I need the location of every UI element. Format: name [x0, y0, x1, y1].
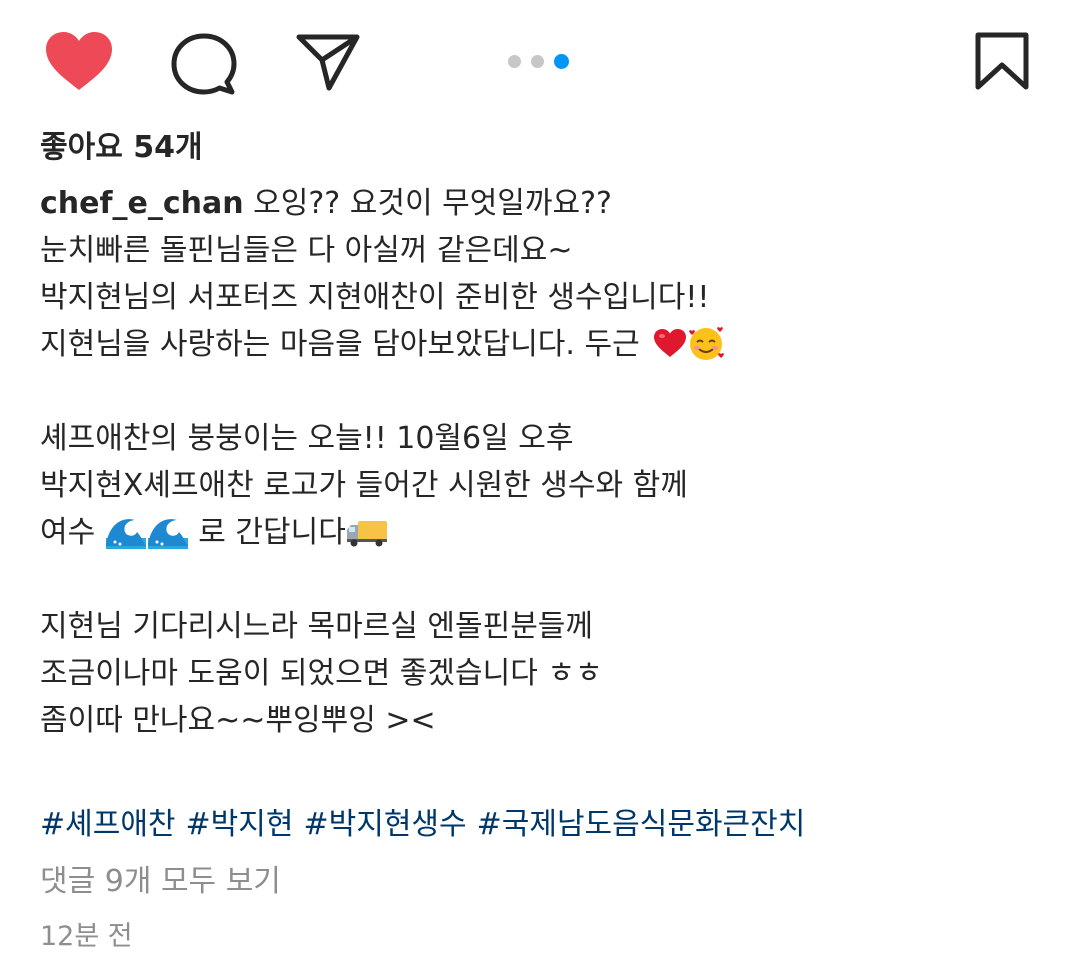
- bookmark-icon[interactable]: [975, 32, 1029, 90]
- smiling-face-with-hearts-icon: [687, 324, 725, 362]
- carousel-dot: [508, 54, 521, 68]
- view-all-comments-link[interactable]: 댓글 9개 모두 보기: [40, 858, 281, 905]
- red-heart-icon: [653, 325, 687, 357]
- caption-line: 눈치빠른 돌핀님들은 다 아실꺼 같은데요~: [40, 233, 573, 268]
- caption-line: 박지현X셰프애찬 로고가 들어간 시원한 생수와 함께: [40, 468, 688, 503]
- caption-line: 조금이나마 도움이 되었으면 좋겠습니다 ㅎㅎ: [40, 656, 603, 691]
- carousel-dot-active: [554, 53, 569, 69]
- hashtag-link[interactable]: #박지현: [186, 807, 294, 842]
- caption-line: 박지현님의 서포터즈 지현애찬이 준비한 생수입니다!!: [40, 280, 710, 315]
- username-link[interactable]: chef_e_chan: [40, 186, 244, 221]
- water-wave-icon: [147, 512, 189, 550]
- heart-filled-icon[interactable]: [44, 30, 114, 94]
- delivery-truck-icon: [346, 514, 388, 547]
- caption-text: 여수: [40, 515, 105, 550]
- comment-bubble-icon[interactable]: [170, 32, 238, 98]
- caption-text: 오잉?? 요것이 무엇일까요??: [243, 186, 612, 221]
- caption-line: 지현님 기다리시느라 목마르실 엔돌핀분들께: [40, 609, 594, 644]
- post-action-bar: [0, 0, 1079, 125]
- caption-line: 지현님을 사랑하는 마음을 담아보았답니다. 두근: [40, 321, 1050, 368]
- hashtag-link[interactable]: #국제남도음식문화큰잔치: [477, 807, 806, 842]
- water-wave-icon: [105, 512, 147, 550]
- caption-line: 여수 로 간답니다: [40, 509, 1050, 556]
- caption-text: 로 간답니다: [188, 515, 346, 550]
- likes-count[interactable]: 좋아요 54개: [40, 128, 203, 168]
- carousel-dot: [531, 54, 544, 68]
- hashtag-link[interactable]: #셰프애찬: [40, 807, 176, 842]
- caption-text: 지현님을 사랑하는 마음을 담아보았답니다. 두근: [40, 327, 650, 362]
- caption-line: chef_e_chan 오잉?? 요것이 무엇일까요??: [40, 180, 1050, 227]
- post-timestamp: 12분 전: [40, 921, 133, 952]
- paper-plane-icon[interactable]: [296, 32, 360, 92]
- hashtag-list: #셰프애찬 #박지현 #박지현생수 #국제남도음식문화큰잔치: [40, 801, 815, 848]
- post-caption: chef_e_chan 오잉?? 요것이 무엇일까요?? 눈치빠른 돌핀님들은 …: [40, 180, 1050, 744]
- hashtag-link[interactable]: #박지현생수: [303, 807, 466, 842]
- carousel-indicator: [508, 53, 569, 69]
- caption-line: 셰프애찬의 붕붕이는 오늘!! 10월6일 오후: [40, 421, 574, 456]
- caption-line: 좀이따 만나요~~뿌잉뿌잉 ><: [40, 703, 436, 738]
